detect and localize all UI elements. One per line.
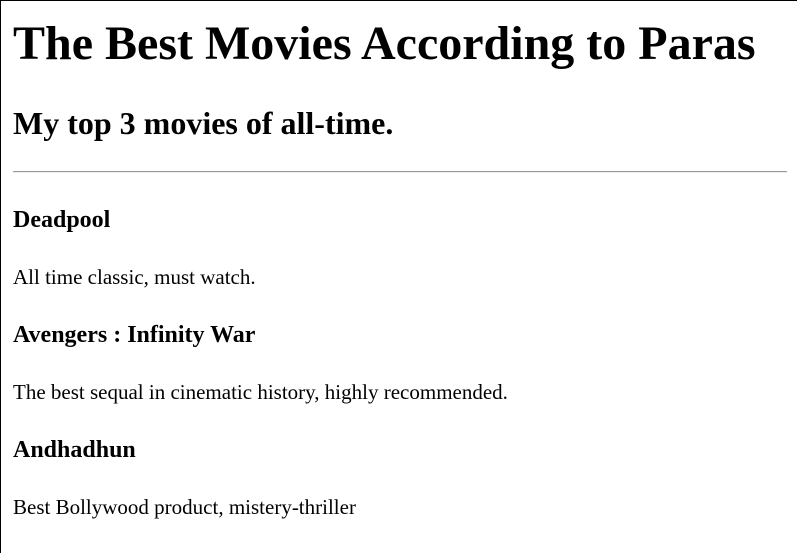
movie-description-avengers: The best sequal in cinematic history, hi… (13, 380, 508, 404)
divider (13, 171, 787, 173)
movie-title-avengers: Avengers : Infinity War (13, 322, 256, 348)
movie-title-deadpool: Deadpool (13, 207, 111, 233)
movie-description-deadpool: All time classic, must watch. (13, 265, 256, 289)
page-title: The Best Movies According to Paras (13, 17, 756, 70)
movie-description-andhadhun: Best Bollywood product, mistery-thriller (13, 495, 356, 519)
movie-title-andhadhun: Andhadhun (13, 437, 136, 463)
page-subtitle: My top 3 movies of all-time. (13, 105, 394, 141)
